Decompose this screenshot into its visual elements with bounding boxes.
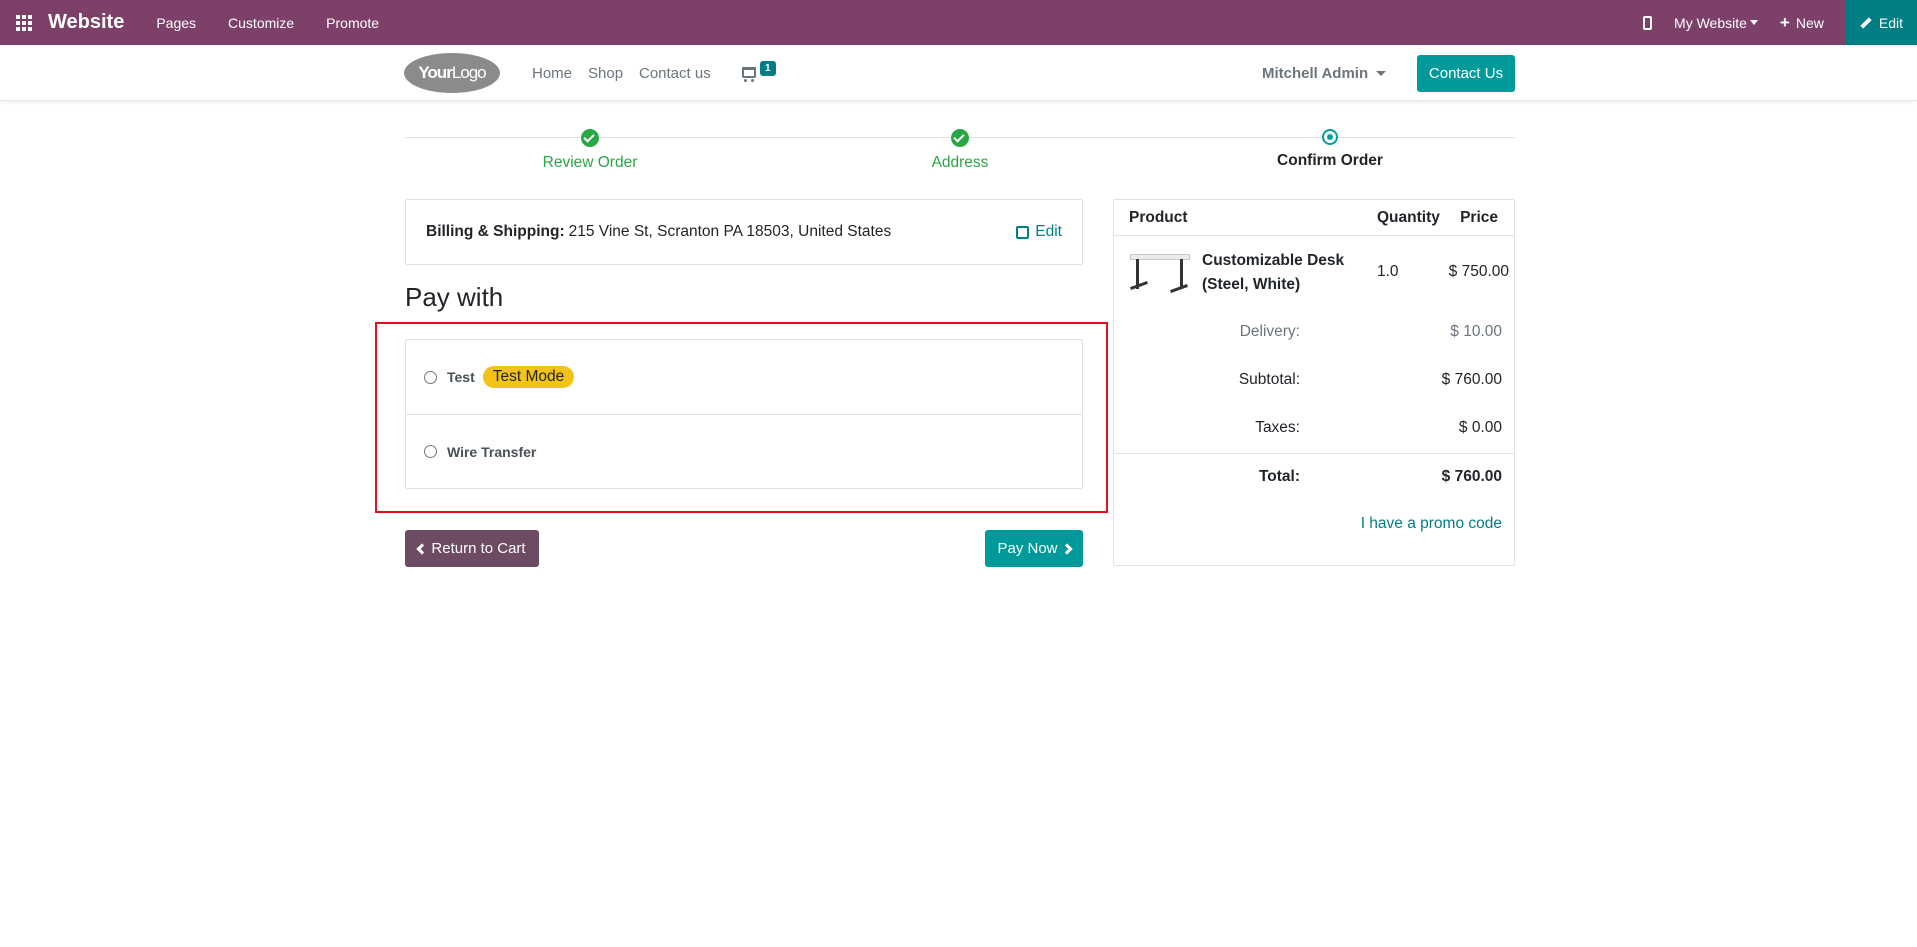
caret-down-icon	[1749, 20, 1758, 25]
user-menu[interactable]: Mitchell Admin	[1262, 65, 1387, 82]
return-to-cart-label: Return to Cart	[431, 540, 526, 557]
admin-navbar: Website Pages Customize Promote My Websi…	[0, 0, 1917, 45]
step-label: Address	[931, 154, 989, 171]
chevron-left-icon	[416, 542, 429, 555]
promo-code-link[interactable]: I have a promo code	[1361, 515, 1502, 533]
summary-header: Product Quantity Price	[1114, 200, 1514, 236]
check-circle-icon	[581, 129, 599, 147]
pay-with-title: Pay with	[405, 282, 504, 312]
edit-address-link[interactable]: Edit	[1016, 223, 1062, 241]
billing-label: Billing & Shipping:	[426, 223, 565, 240]
edit-button[interactable]: Edit	[1845, 0, 1917, 45]
product-name[interactable]: Customizable Desk (Steel, White)	[1202, 249, 1352, 297]
radio-wire-transfer[interactable]	[424, 445, 437, 458]
new-button-label: New	[1795, 14, 1824, 31]
step-review-order[interactable]: Review Order	[490, 127, 690, 172]
subtotal-value: $ 760.00	[1441, 371, 1502, 388]
pay-now-label: Pay Now	[997, 540, 1058, 557]
payment-option-wire-transfer[interactable]: Wire Transfer	[406, 414, 1082, 488]
cart-count-badge: 1	[760, 61, 776, 76]
menu-customize[interactable]: Customize	[228, 15, 294, 31]
step-label: Review Order	[542, 154, 638, 171]
logo-text: Logo	[451, 63, 487, 82]
site-header: Your Logo Home Shop Contact us 1 Mitchell…	[0, 45, 1917, 101]
menu-promote[interactable]: Promote	[326, 15, 379, 31]
edit-button-label: Edit	[1878, 14, 1903, 31]
plus-icon: +	[1779, 12, 1790, 32]
edit-address-label: Edit	[1035, 223, 1062, 240]
product-price: $ 750.00	[1448, 263, 1509, 280]
return-to-cart-button[interactable]: Return to Cart	[405, 530, 539, 567]
nav-shop[interactable]: Shop	[588, 65, 623, 82]
website-switcher-label: My Website	[1674, 14, 1747, 31]
apps-menu-icon[interactable]	[0, 0, 48, 45]
step-confirm-order: Confirm Order	[1230, 127, 1430, 170]
test-mode-badge: Test Mode	[482, 366, 575, 388]
current-step-icon	[1322, 129, 1338, 145]
product-quantity: 1.0	[1377, 263, 1399, 280]
pay-now-button[interactable]: Pay Now	[985, 530, 1083, 567]
payment-option-label: Test	[447, 369, 475, 385]
contact-us-button[interactable]: Contact Us	[1417, 55, 1515, 92]
user-name: Mitchell Admin	[1262, 65, 1369, 82]
subtotal-label: Subtotal:	[1238, 371, 1300, 388]
delivery-label: Delivery:	[1239, 323, 1300, 340]
cart-icon[interactable]	[742, 67, 756, 82]
nav-home[interactable]: Home	[532, 65, 572, 82]
total-value: $ 760.00	[1441, 468, 1502, 485]
radio-test[interactable]	[424, 370, 437, 384]
logo-text-bold: Your	[418, 63, 452, 82]
taxes-value: $ 0.00	[1458, 419, 1502, 436]
billing-address: 215 Vine St, Scranton PA 18503, United S…	[568, 223, 892, 240]
billing-shipping-card: Billing & Shipping: 215 Vine St, Scranto…	[405, 199, 1083, 265]
total-label: Total:	[1258, 468, 1300, 485]
site-logo[interactable]: Your Logo	[404, 53, 500, 93]
edit-icon	[1016, 225, 1030, 239]
app-title[interactable]: Website	[48, 11, 124, 34]
payment-options: Test Test Mode Wire Transfer	[405, 339, 1083, 489]
divider	[1114, 453, 1514, 454]
caret-down-icon	[1376, 71, 1387, 76]
payment-option-test[interactable]: Test Test Mode	[406, 340, 1082, 414]
menu-pages[interactable]: Pages	[156, 15, 196, 31]
check-circle-icon	[951, 129, 969, 147]
header-quantity: Quantity	[1377, 209, 1440, 226]
chevron-right-icon	[1060, 542, 1073, 555]
step-address[interactable]: Address	[860, 127, 1060, 172]
delivery-value: $ 10.00	[1450, 323, 1502, 340]
payment-option-label: Wire Transfer	[447, 443, 537, 460]
taxes-label: Taxes:	[1255, 419, 1300, 436]
new-button[interactable]: + New	[1779, 12, 1824, 32]
product-image	[1130, 254, 1190, 294]
header-price: Price	[1460, 209, 1498, 226]
mobile-preview-icon[interactable]	[1643, 15, 1653, 30]
pencil-icon	[1860, 16, 1872, 29]
step-label: Confirm Order	[1277, 152, 1383, 169]
order-summary: Product Quantity Price Customizable Desk…	[1113, 199, 1515, 566]
nav-contact-us[interactable]: Contact us	[639, 65, 711, 82]
header-product: Product	[1129, 209, 1188, 226]
website-switcher[interactable]: My Website	[1674, 15, 1758, 31]
